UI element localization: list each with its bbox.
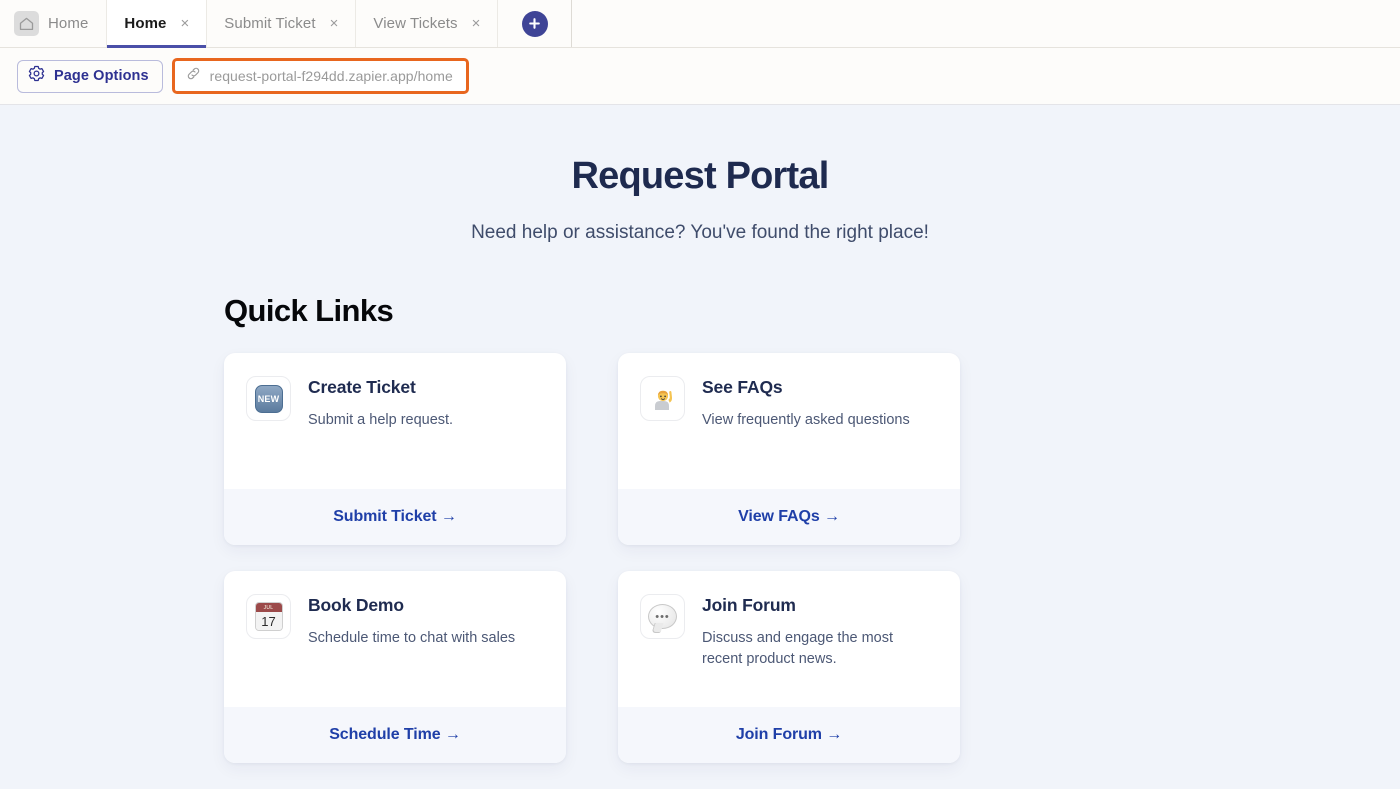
tab-submit-ticket[interactable]: Submit Ticket × [207,0,357,47]
new-badge-glyph: NEW [254,384,283,413]
card-description: Submit a help request. [308,412,454,428]
card-cta-view-faqs[interactable]: View FAQs → [618,489,960,545]
card-body: NEW Create Ticket Submit a help request. [224,353,566,489]
close-icon[interactable]: × [330,16,339,31]
browser-tab-strip: Home Home × Submit Ticket × View Tickets… [0,0,1400,48]
page-options-label: Page Options [54,68,149,84]
new-tab-area [498,0,573,47]
tab-view-tickets[interactable]: View Tickets × [356,0,499,47]
page-toolbar: Page Options request-portal-f294dd.zapie… [0,48,1400,105]
hero-section: Request Portal Need help or assistance? … [0,105,1400,244]
tab-home-label: Home [124,15,167,32]
card-book-demo[interactable]: JUL 17 Book Demo Schedule time to chat w… [224,571,566,763]
card-create-ticket[interactable]: NEW Create Ticket Submit a help request.… [224,353,566,545]
calendar-icon: JUL 17 [246,594,291,639]
card-title: Create Ticket [308,377,416,397]
card-description: Schedule time to chat with sales [308,630,516,646]
page-options-button[interactable]: Page Options [17,59,163,93]
speech-balloon-glyph: ••• [648,604,677,629]
tab-submit-ticket-label: Submit Ticket [224,15,316,32]
home-nav-tab[interactable]: Home [0,0,108,47]
card-cta-schedule-time[interactable]: Schedule Time → [224,707,566,763]
card-cta-label: Submit Ticket → [333,508,457,525]
home-nav-tab-label: Home [48,15,89,32]
card-cta-label: View FAQs → [738,508,840,525]
card-description: View frequently asked questions [702,412,910,428]
card-cta-label: Schedule Time → [329,726,461,743]
link-icon [186,66,201,86]
card-text: Book Demo Schedule time to chat with sal… [308,594,515,707]
card-body: ••• Join Forum Discuss and engage the mo… [618,571,960,707]
page-url-text: request-portal-f294dd.zapier.app/home [209,68,453,84]
card-cta-join-forum[interactable]: Join Forum → [618,707,960,763]
add-tab-button[interactable] [521,10,548,37]
card-cta-label: Join Forum → [735,726,843,743]
card-text: Join Forum Discuss and engage the most r… [702,594,934,707]
card-see-faqs[interactable]: See FAQs View frequently asked questions… [618,353,960,545]
quick-links-section: Quick Links NEW Create Ticket Submit a h… [200,293,1200,763]
calendar-glyph: JUL 17 [254,602,283,631]
person-raising-hand-icon [640,376,685,421]
card-title: Join Forum [702,595,796,615]
calendar-month: JUL [255,603,282,612]
close-icon[interactable]: × [472,16,481,31]
tab-view-tickets-label: View Tickets [373,15,458,32]
new-badge-icon: NEW [246,376,291,421]
card-body: JUL 17 Book Demo Schedule time to chat w… [224,571,566,707]
quick-links-heading: Quick Links [224,293,394,328]
page-title: Request Portal [571,155,830,197]
quick-links-grid: NEW Create Ticket Submit a help request.… [224,353,1200,763]
plus-icon [528,17,541,30]
card-cta-submit-ticket[interactable]: Submit Ticket → [224,489,566,545]
card-text: See FAQs View frequently asked questions [702,376,910,489]
card-title: Book Demo [308,595,404,615]
speech-balloon-icon: ••• [640,594,685,639]
card-description: Discuss and engage the most recent produ… [702,630,894,668]
card-join-forum[interactable]: ••• Join Forum Discuss and engage the mo… [618,571,960,763]
calendar-day: 17 [255,612,282,630]
page-subtitle: Need help or assistance? You've found th… [471,222,929,243]
page-url-input[interactable]: request-portal-f294dd.zapier.app/home [171,58,469,94]
person-raising-hand-glyph [649,385,677,413]
close-icon[interactable]: × [181,16,190,31]
card-title: See FAQs [702,377,783,397]
card-text: Create Ticket Submit a help request. [308,376,453,489]
gear-icon [28,65,45,87]
house-icon [14,11,39,36]
portal-page: Request Portal Need help or assistance? … [0,105,1400,789]
tab-home[interactable]: Home × [107,0,208,48]
card-body: See FAQs View frequently asked questions [618,353,960,489]
